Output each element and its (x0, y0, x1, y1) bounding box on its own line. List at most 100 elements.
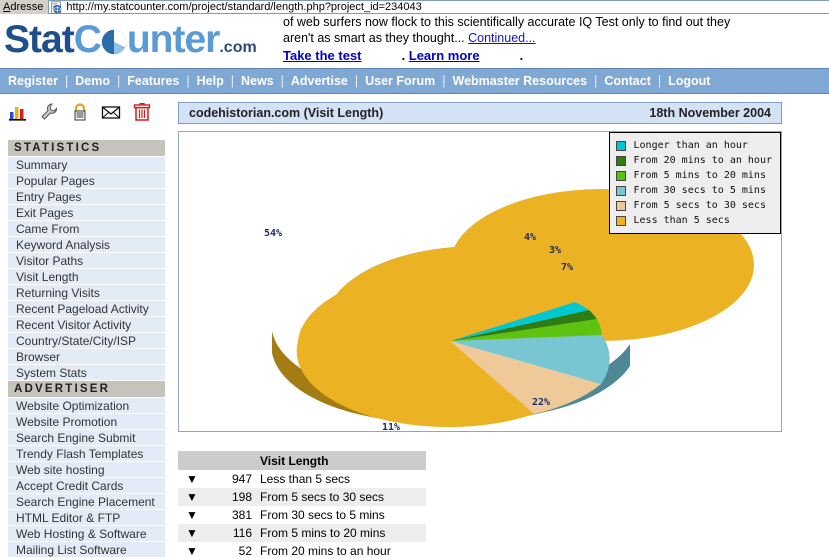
trash-icon[interactable] (132, 102, 152, 122)
logo-part-unter: unter (126, 18, 220, 61)
pie-pct-4: 4% (524, 232, 537, 243)
address-bar-label: Adresse (3, 1, 44, 13)
sidebar-section-heading-advertiser: ADVERTISER (8, 381, 165, 398)
pie-chart-panel: 54% 4% 3% 7% 22% 11% Longer than an hour… (178, 131, 782, 433)
pie-pct-3: 3% (549, 245, 562, 256)
sidebar-item-website-promotion[interactable]: Website Promotion (8, 414, 165, 430)
nav-separator: | (442, 74, 446, 88)
sidebar-item-came-from[interactable]: Came From (8, 221, 165, 237)
url-text: http://my.statcounter.com/project/standa… (66, 1, 422, 13)
page-title: codehistorian.com (Visit Length) (189, 106, 384, 120)
row-count: 947 (206, 470, 256, 488)
legend-swatch-icon (615, 215, 626, 226)
nav-separator: | (354, 74, 359, 88)
legend-label: From 5 secs to 30 secs (633, 200, 766, 211)
legend-row: Longer than an hour (615, 138, 772, 153)
table-row: ▼ 52 From 20 mins to an hour (178, 542, 426, 558)
row-expand-arrow-icon[interactable]: ▼ (178, 470, 206, 488)
nav-item-webmaster-resources[interactable]: Webmaster Resources (453, 74, 588, 88)
pie-pct-54: 54% (264, 228, 283, 239)
ad-line-2: aren't as smart as they thought... Conti… (283, 30, 829, 46)
sidebar-item-accept-credit-cards[interactable]: Accept Credit Cards (8, 478, 165, 494)
sidebar-item-mailing-list-software[interactable]: Mailing List Software (8, 542, 165, 558)
ad-learn-more-link[interactable]: Learn more (409, 48, 480, 63)
nav-item-advertise[interactable]: Advertise (291, 74, 348, 88)
sidebar-item-exit-pages[interactable]: Exit Pages (8, 205, 165, 221)
nav-item-demo[interactable]: Demo (75, 74, 110, 88)
row-expand-arrow-icon[interactable]: ▼ (178, 506, 206, 524)
sidebar-item-recent-visitor-activity[interactable]: Recent Visitor Activity (8, 317, 165, 333)
legend-label: From 20 mins to an hour (633, 155, 772, 166)
row-label: From 30 secs to 5 mins (256, 506, 426, 524)
sidebar-item-popular-pages[interactable]: Popular Pages (8, 173, 165, 189)
nav-separator: | (280, 74, 284, 88)
nav-item-help[interactable]: Help (197, 74, 224, 88)
table-header-spacer-1 (178, 451, 206, 470)
page-title-bar: codehistorian.com (Visit Length) 18th No… (178, 102, 782, 124)
padlock-icon[interactable] (70, 102, 90, 122)
ad-continued-link[interactable]: Continued... (468, 31, 535, 45)
nav-item-register[interactable]: Register (8, 74, 58, 88)
legend-label: Less than 5 secs (633, 215, 730, 226)
legend-row: From 5 secs to 30 secs (615, 198, 772, 213)
wrench-icon[interactable] (39, 102, 59, 122)
pie-pct-22: 22% (532, 397, 551, 408)
nav-item-contact[interactable]: Contact (604, 74, 651, 88)
ad-take-test-wrap: Take the test. (283, 48, 405, 63)
legend-label: From 5 mins to 20 mins (633, 170, 766, 181)
nav-item-logout[interactable]: Logout (668, 74, 710, 88)
browser-address-bar: Adresse http://my.statcounter.com/projec… (0, 0, 829, 14)
nav-separator: | (186, 74, 190, 88)
ad-line-1: of web surfers now flock to this scienti… (283, 15, 731, 29)
page-date: 18th November 2004 (649, 106, 771, 120)
sidebar-item-trendy-flash-templates[interactable]: Trendy Flash Templates (8, 446, 165, 462)
envelope-icon[interactable] (101, 102, 121, 122)
sidebar-item-html-editor-ftp[interactable]: HTML Editor & FTP (8, 510, 165, 526)
row-expand-arrow-icon[interactable]: ▼ (178, 524, 206, 542)
nav-separator: | (657, 74, 662, 88)
url-input[interactable]: http://my.statcounter.com/project/standa… (48, 0, 829, 14)
sidebar-item-keyword-analysis[interactable]: Keyword Analysis (8, 237, 165, 253)
legend-swatch-icon (615, 155, 626, 166)
table-header-row: Visit Length (178, 451, 426, 470)
sidebar-item-visit-length[interactable]: Visit Length (8, 269, 165, 285)
ad-take-the-test-link[interactable]: Take the test (283, 48, 362, 63)
row-label: From 20 mins to an hour (256, 542, 426, 558)
nav-item-features[interactable]: Features (127, 74, 179, 88)
sidebar-item-system-stats[interactable]: System Stats (8, 365, 165, 381)
bar-chart-icon[interactable] (8, 102, 28, 122)
row-count: 52 (206, 542, 256, 558)
sidebar-item-summary[interactable]: Summary (8, 157, 165, 173)
sidebar-item-web-hosting-software[interactable]: Web Hosting & Software (8, 526, 165, 542)
sidebar-item-country-state-city-isp[interactable]: Country/State/City/ISP (8, 333, 165, 349)
ad-learn-more-period: . (519, 48, 524, 63)
table-row: ▼ 947 Less than 5 secs (178, 470, 426, 488)
sidebar-item-website-optimization[interactable]: Website Optimization (8, 398, 165, 414)
main-content: codehistorian.com (Visit Length) 18th No… (178, 102, 782, 433)
logo-pie-icon (101, 29, 127, 55)
sidebar-item-browser[interactable]: Browser (8, 349, 165, 365)
row-expand-arrow-icon[interactable]: ▼ (178, 488, 206, 506)
sidebar-item-returning-visits[interactable]: Returning Visits (8, 285, 165, 301)
legend-swatch-icon (615, 140, 626, 151)
legend-label: Longer than an hour (633, 140, 748, 151)
sidebar-item-recent-pageload-activity[interactable]: Recent Pageload Activity (8, 301, 165, 317)
sidebar-item-search-engine-placement[interactable]: Search Engine Placement (8, 494, 165, 510)
row-count: 198 (206, 488, 256, 506)
sidebar-item-search-engine-submit[interactable]: Search Engine Submit (8, 430, 165, 446)
row-label: From 5 secs to 30 secs (256, 488, 426, 506)
legend-row: From 30 secs to 5 mins (615, 183, 772, 198)
pie-pct-7: 7% (561, 262, 574, 273)
pie-pct-11: 11% (382, 422, 401, 433)
table-header-visit-length: Visit Length (256, 451, 426, 470)
statcounter-logo[interactable]: StatC unter.com (4, 18, 257, 70)
nav-item-user-forum[interactable]: User Forum (365, 74, 435, 88)
table-row: ▼ 116 From 5 mins to 20 mins (178, 524, 426, 542)
sidebar-item-web-site-hosting[interactable]: Web site hosting (8, 462, 165, 478)
sidebar-item-visitor-paths[interactable]: Visitor Paths (8, 253, 165, 269)
sidebar-item-entry-pages[interactable]: Entry Pages (8, 189, 165, 205)
row-expand-arrow-icon[interactable]: ▼ (178, 542, 206, 558)
table-row: ▼ 198 From 5 secs to 30 secs (178, 488, 426, 506)
table-head: Visit Length (178, 451, 426, 470)
nav-item-news[interactable]: News (241, 74, 274, 88)
